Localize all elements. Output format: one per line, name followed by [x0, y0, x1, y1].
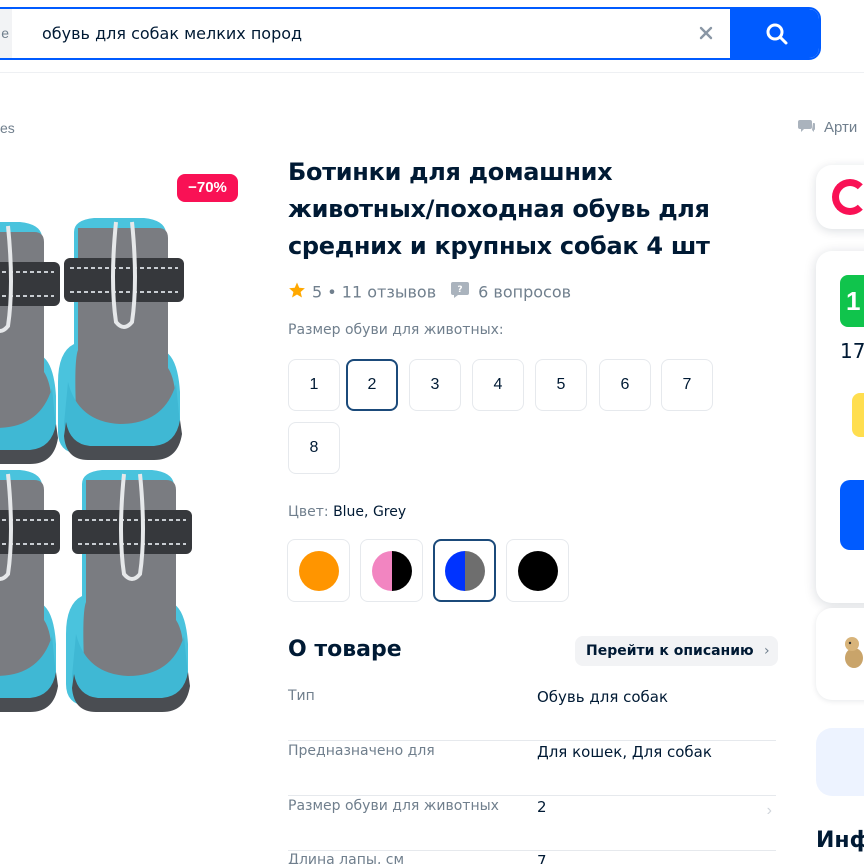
breadcrumb[interactable]: es — [0, 120, 15, 136]
question-icon: ? — [450, 281, 470, 303]
spec-row: Тип Обувь для собак — [288, 686, 776, 741]
color-swatch-black[interactable] — [506, 539, 569, 602]
add-to-cart-button[interactable] — [840, 480, 864, 550]
seller-logo — [832, 179, 864, 215]
size-option[interactable]: 6 — [599, 359, 651, 411]
search-category-label[interactable]: e — [1, 25, 9, 41]
rating-value: 5 — [312, 282, 323, 302]
clear-icon[interactable] — [694, 21, 718, 45]
chat-icon — [798, 118, 816, 138]
size-label: Размер обуви для животных: — [288, 322, 504, 338]
spec-row: Предназначено для Для кошек, Для собак — [288, 741, 776, 796]
chevron-right-icon: › — [766, 802, 772, 819]
info-heading: Инф — [816, 828, 864, 853]
rating-row[interactable]: 5 • 11 отзывов ? 6 вопросов — [288, 281, 571, 303]
chevron-right-icon: › — [764, 643, 770, 659]
color-label: Цвет: Blue, Grey — [288, 504, 407, 520]
svg-text:?: ? — [458, 285, 463, 295]
header-divider — [0, 72, 864, 73]
info-banner[interactable] — [816, 728, 864, 796]
price-card: 1 17 — [816, 251, 864, 603]
size-option[interactable]: 5 — [535, 359, 587, 411]
price-badge: 1 — [840, 275, 864, 327]
size-option[interactable]: 1 — [288, 359, 340, 411]
seller-card[interactable] — [816, 165, 864, 229]
about-heading: О товаре — [288, 637, 402, 662]
size-option[interactable]: 8 — [288, 422, 340, 474]
search-bar: e обувь для собак мелких пород — [0, 7, 821, 60]
discount-badge: −70% — [177, 174, 238, 202]
star-icon — [288, 281, 306, 303]
spec-row: Длина лапы, см 7 — [288, 852, 547, 864]
reviews-link[interactable]: 11 отзывов — [342, 283, 436, 302]
color-value: Blue, Grey — [333, 504, 407, 520]
size-option[interactable]: 4 — [472, 359, 524, 411]
spec-row[interactable]: Размер обуви для животных 2 › — [288, 796, 776, 851]
dog-thumbnail — [845, 637, 863, 668]
article-label: Арти — [824, 118, 858, 136]
color-swatch-pink-black[interactable] — [360, 539, 423, 602]
search-input[interactable]: обувь для собак мелких пород — [42, 9, 302, 58]
related-card[interactable] — [816, 608, 864, 700]
go-to-description-button[interactable]: Перейти к описанию › — [575, 636, 778, 666]
promo-badge — [852, 393, 864, 437]
search-icon — [766, 23, 788, 45]
size-option[interactable]: 3 — [409, 359, 461, 411]
search-category-select[interactable]: e — [0, 9, 12, 58]
article-copy[interactable]: Арти — [798, 118, 857, 138]
size-option-selected[interactable]: 2 — [346, 359, 398, 411]
color-swatch-blue-grey[interactable] — [433, 539, 496, 602]
product-photo[interactable] — [0, 212, 200, 712]
color-swatch-orange[interactable] — [287, 539, 350, 602]
product-title: Ботинки для домашних животных/походная о… — [288, 158, 710, 260]
questions-link[interactable]: 6 вопросов — [478, 283, 571, 302]
price-sub: 17 — [840, 339, 864, 363]
search-button[interactable] — [730, 9, 819, 58]
size-option[interactable]: 7 — [661, 359, 713, 411]
